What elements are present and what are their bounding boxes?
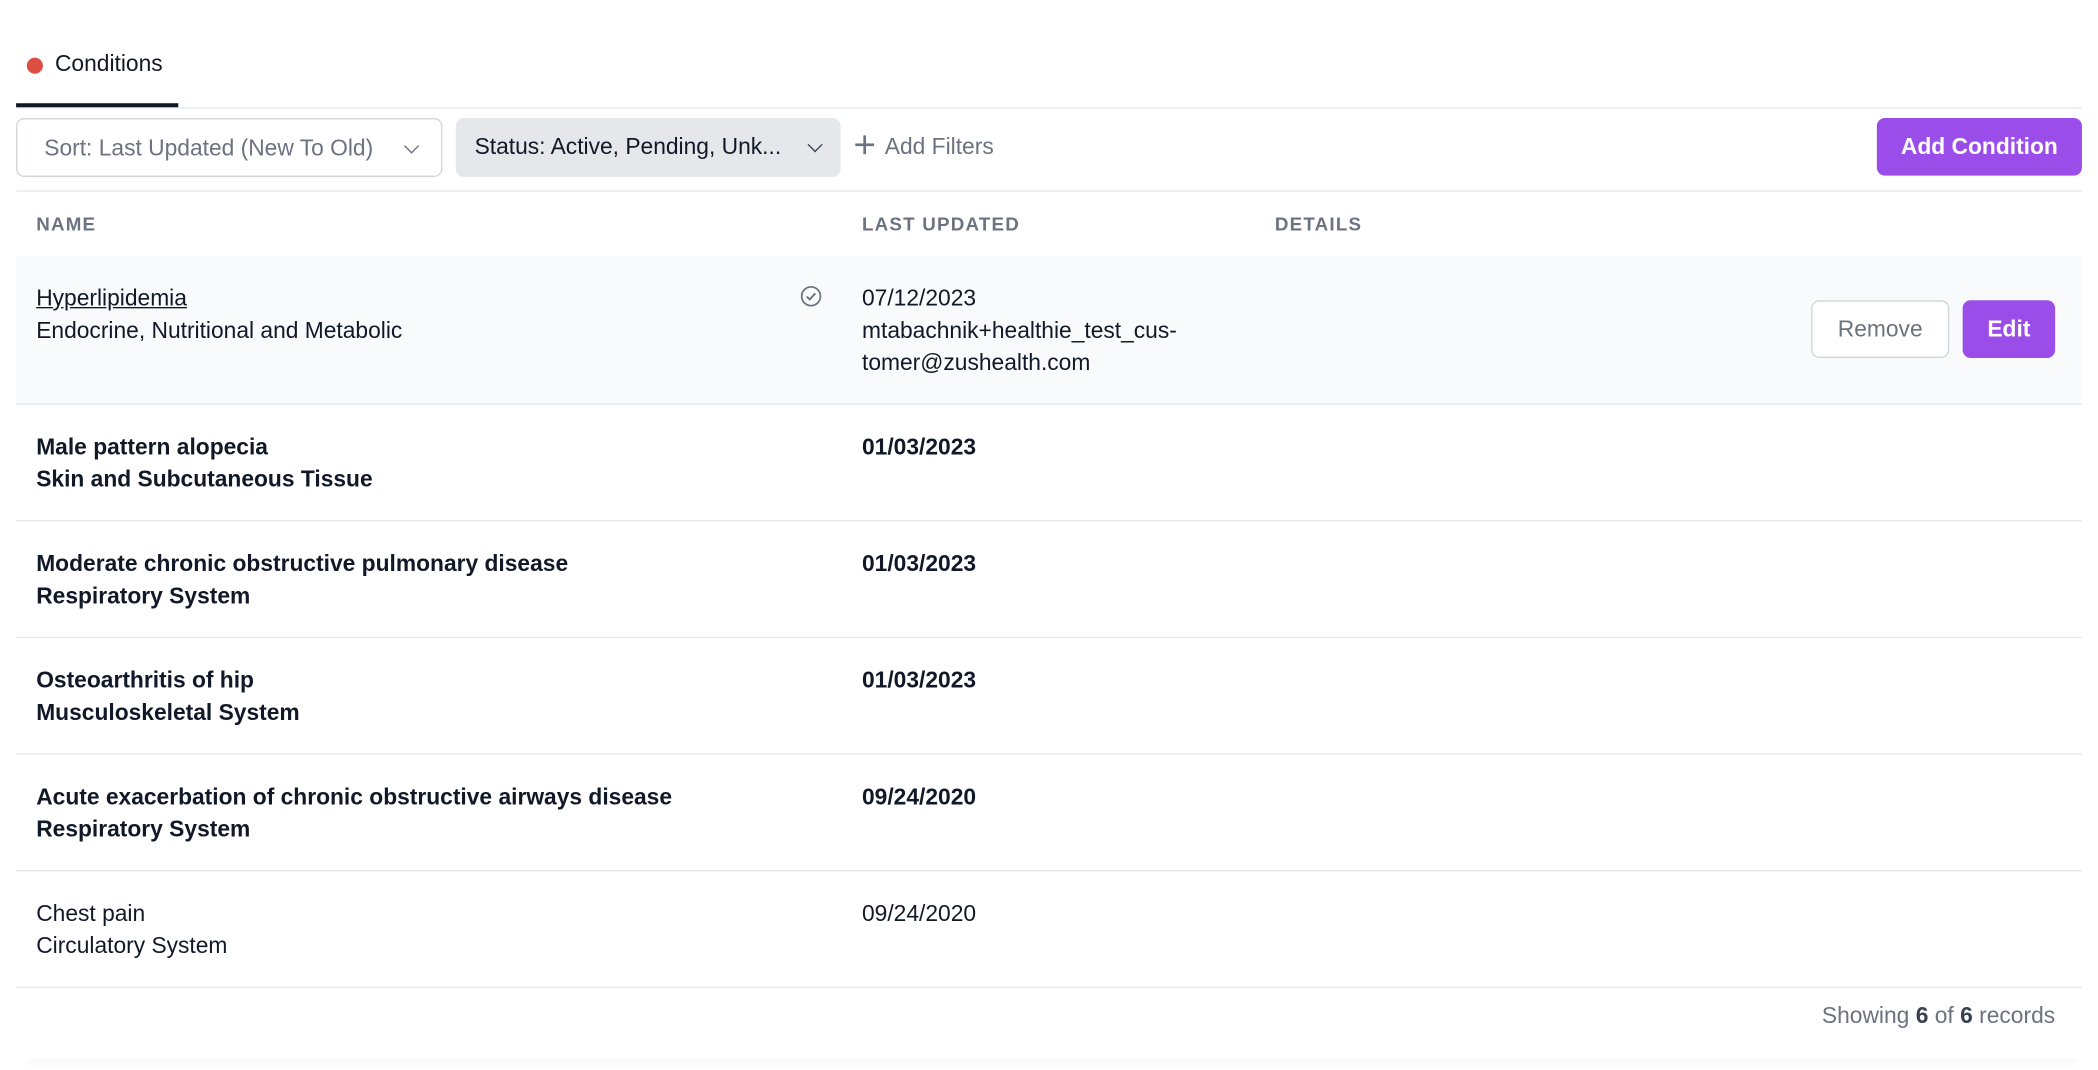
- status-label: Status:: [474, 134, 546, 160]
- last-updated-date: 07/12/2023: [862, 285, 977, 312]
- column-header-details[interactable]: DETAILS: [1275, 213, 1362, 234]
- condition-category: Musculoskeletal System: [36, 699, 300, 726]
- condition-name: Osteoarthritis of hip: [36, 667, 255, 694]
- sort-value: Last Updated (New To Old): [98, 135, 374, 161]
- last-updated-date: 01/03/2023: [862, 667, 977, 694]
- tab-conditions[interactable]: Conditions: [16, 38, 179, 108]
- table-row[interactable]: Male pattern alopecia Skin and Subcutane…: [16, 405, 2082, 522]
- condition-category: Endocrine, Nutritional and Metabolic: [36, 317, 403, 344]
- condition-category: Respiratory System: [36, 583, 251, 609]
- condition-name: Male pattern alopecia: [36, 434, 268, 460]
- condition-category: Respiratory System: [36, 816, 251, 842]
- plus-icon: [855, 135, 875, 155]
- panel-shadow: [26, 1059, 2078, 1070]
- edit-button[interactable]: Edit: [1962, 300, 2056, 358]
- chevron-down-icon: [403, 138, 420, 154]
- name-cell: Hyperlipidemia Endocrine, Nutritional an…: [36, 283, 402, 347]
- status-filter-dropdown[interactable]: Status: Active, Pending, Unk...: [455, 117, 841, 177]
- last-updated-date: 01/03/2023: [862, 434, 977, 460]
- table-row[interactable]: Chest pain Circulatory System 09/24/2020: [16, 871, 2082, 989]
- updated-by: tomer@zushealth.com: [862, 349, 1091, 376]
- check-circle-icon: [800, 286, 822, 307]
- name-cell: Chest pain Circulatory System: [36, 898, 227, 962]
- tab-conditions-label: Conditions: [54, 50, 163, 77]
- tab-bar: Conditions: [16, 0, 2082, 109]
- table-row[interactable]: Hyperlipidemia Endocrine, Nutritional an…: [16, 256, 2082, 405]
- condition-category: Circulatory System: [36, 933, 228, 959]
- status-dot-icon: [26, 57, 43, 74]
- chevron-down-icon: [807, 137, 823, 153]
- last-updated-date: 09/24/2020: [862, 784, 977, 810]
- column-header-name[interactable]: NAME: [36, 213, 96, 234]
- name-cell: Moderate chronic obstructive pulmonary d…: [36, 548, 568, 612]
- last-updated-date: 09/24/2020: [862, 900, 977, 927]
- table-row[interactable]: Osteoarthritis of hip Musculoskeletal Sy…: [16, 638, 2082, 755]
- updated-by: mtabachnik+healthie_test_cus-: [862, 317, 1177, 344]
- name-cell: Acute exacerbation of chronic obstructiv…: [36, 782, 672, 846]
- name-cell: Osteoarthritis of hip Musculoskeletal Sy…: [36, 665, 299, 729]
- remove-button[interactable]: Remove: [1811, 300, 1950, 358]
- table-header: NAME LAST UPDATED DETAILS: [16, 190, 2082, 258]
- status-value: Active, Pending, Unk...: [550, 134, 782, 160]
- records-summary: Showing 6 of 6 records: [1821, 1002, 2056, 1029]
- add-condition-button[interactable]: Add Condition: [1876, 117, 2082, 176]
- last-updated-date: 01/03/2023: [862, 550, 977, 577]
- condition-name: Chest pain: [36, 900, 146, 927]
- add-filters-label: Add Filters: [884, 134, 994, 160]
- table-row[interactable]: Acute exacerbation of chronic obstructiv…: [16, 755, 2082, 872]
- sort-dropdown[interactable]: Sort: Last Updated (New To Old): [16, 117, 443, 177]
- toolbar: Sort: Last Updated (New To Old) Status: …: [16, 117, 2082, 177]
- condition-name-link[interactable]: Hyperlipidemia: [36, 283, 402, 315]
- condition-name: Acute exacerbation of chronic obstructiv…: [36, 784, 673, 810]
- records-total-count: 6: [1960, 1002, 1973, 1029]
- sort-label: Sort:: [44, 135, 93, 161]
- records-shown-count: 6: [1915, 1002, 1929, 1029]
- name-cell: Male pattern alopecia Skin and Subcutane…: [36, 432, 372, 496]
- condition-name: Moderate chronic obstructive pulmonary d…: [36, 550, 569, 577]
- column-header-last-updated[interactable]: LAST UPDATED: [862, 213, 1020, 234]
- condition-category: Skin and Subcutaneous Tissue: [36, 466, 373, 493]
- table-row[interactable]: Moderate chronic obstructive pulmonary d…: [16, 521, 2082, 639]
- last-updated-cell: 07/12/2023 mtabachnik+healthie_test_cus-…: [862, 283, 1177, 380]
